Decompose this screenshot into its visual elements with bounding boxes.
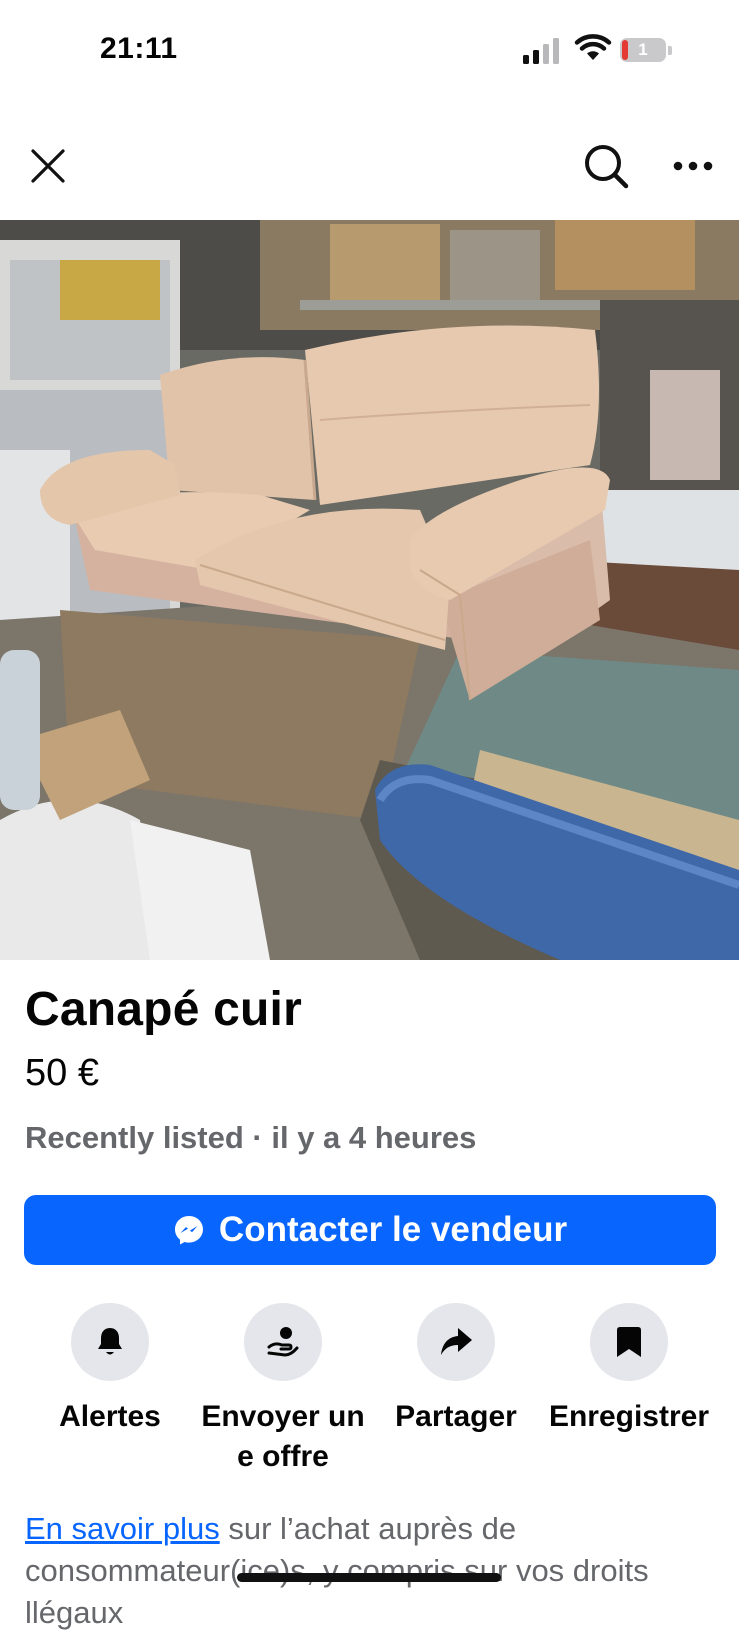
- battery-level: 1: [638, 40, 648, 59]
- home-indicator[interactable]: [237, 1573, 501, 1582]
- cellular-signal-icon: [523, 38, 559, 64]
- contact-seller-label: Contacter le vendeur: [218, 1210, 568, 1249]
- send-offer-action-circle[interactable]: [244, 1303, 322, 1381]
- share-icon: [441, 1328, 472, 1355]
- listing-photo[interactable]: [0, 220, 739, 960]
- save-label: Enregistrer: [548, 1400, 710, 1433]
- listing-title: Canapé cuir: [25, 983, 302, 1036]
- alerts-action-circle[interactable]: [71, 1303, 149, 1381]
- share-label: Partager: [395, 1400, 517, 1433]
- status-time: 21:11: [100, 32, 178, 65]
- close-icon: [31, 149, 65, 183]
- battery-icon: 1: [620, 38, 672, 64]
- search-icon: [585, 145, 629, 189]
- save-action-circle[interactable]: [590, 1303, 668, 1381]
- share-action[interactable]: Partager: [371, 1303, 541, 1437]
- learn-more-link[interactable]: En savoir plus: [25, 1511, 220, 1546]
- bell-icon: [98, 1328, 122, 1355]
- search-button[interactable]: [578, 138, 634, 194]
- save-action[interactable]: Enregistrer: [544, 1303, 714, 1437]
- listing-meta: Recently listed · il y a 4 heures: [25, 1120, 477, 1155]
- more-icon: [673, 161, 713, 171]
- share-action-circle[interactable]: [417, 1303, 495, 1381]
- sofa-photo-illustration: [0, 220, 739, 960]
- top-nav: [0, 128, 739, 208]
- contact-seller-button[interactable]: Contacter le vendeur: [24, 1195, 716, 1265]
- bookmark-icon: [617, 1327, 641, 1357]
- send-offer-label: Envoyer une offre: [201, 1400, 365, 1473]
- purchase-info-text: En savoir plus sur l’achat auprès de con…: [25, 1508, 705, 1634]
- listing-price: 50 €: [25, 1052, 99, 1094]
- more-options-button[interactable]: [665, 140, 721, 192]
- status-bar: 21:11 1: [0, 0, 739, 100]
- offer-icon: [267, 1327, 299, 1357]
- alerts-label: Alertes: [59, 1400, 161, 1433]
- wifi-icon: [574, 34, 612, 60]
- close-button[interactable]: [22, 140, 74, 192]
- send-offer-action[interactable]: Envoyer une offre: [198, 1303, 368, 1477]
- messenger-icon: [174, 1216, 203, 1245]
- alerts-action[interactable]: Alertes: [25, 1303, 195, 1437]
